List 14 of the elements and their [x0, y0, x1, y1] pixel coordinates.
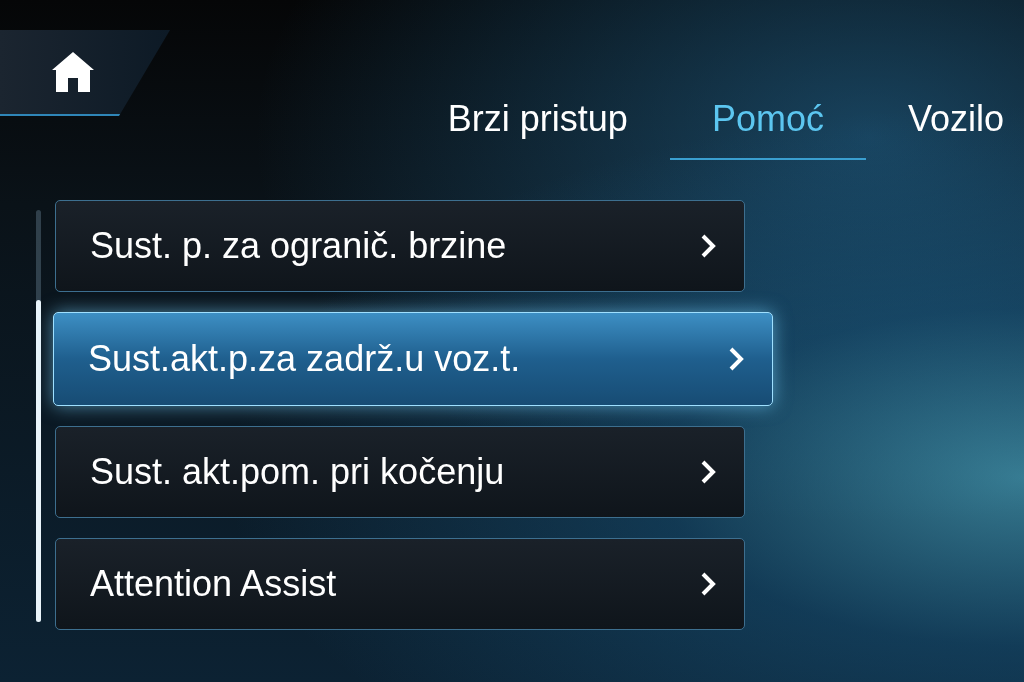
menu-item[interactable]: Sust. akt.pom. pri kočenju	[55, 426, 745, 518]
home-button[interactable]	[0, 30, 170, 116]
menu-item[interactable]: Sust.akt.p.za zadrž.u voz.t.	[53, 312, 773, 406]
tab[interactable]: Pomoć	[669, 98, 866, 160]
menu-item[interactable]: Sust. p. za ogranič. brzine	[55, 200, 745, 292]
chevron-right-icon	[700, 233, 716, 259]
chevron-right-icon	[700, 571, 716, 597]
menu-item[interactable]: Attention Assist	[55, 538, 745, 630]
tab[interactable]: Brzi pristup	[405, 98, 670, 160]
home-icon	[50, 50, 96, 94]
chevron-right-icon	[728, 346, 744, 372]
chevron-right-icon	[700, 459, 716, 485]
scrollbar-thumb[interactable]	[36, 300, 41, 622]
tab[interactable]: Vozilo	[865, 98, 1024, 160]
